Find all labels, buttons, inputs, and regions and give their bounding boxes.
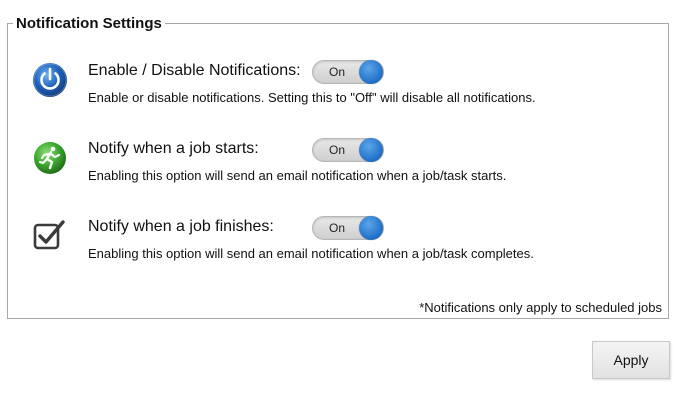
setting-description: Enabling this option will send an email … (88, 246, 534, 261)
running-man-icon (30, 138, 70, 178)
setting-label: Notify when a job starts: (88, 140, 259, 157)
setting-description: Enabling this option will send an email … (88, 168, 507, 183)
footnote: *Notifications only apply to scheduled j… (419, 300, 662, 315)
setting-job-finishes: Notify when a job finishes: On Enabling … (30, 216, 650, 276)
toggle-state-label: On (329, 221, 346, 235)
toggle-knob[interactable] (359, 216, 383, 240)
power-icon (30, 60, 70, 100)
setting-job-starts: Notify when a job starts: On Enabling th… (30, 138, 650, 198)
apply-button[interactable]: Apply (592, 341, 670, 379)
toggle-state-label: On (329, 143, 346, 157)
toggle-knob[interactable] (359, 60, 383, 84)
job-starts-toggle[interactable]: On (312, 138, 384, 162)
setting-enable-notifications: Enable / Disable Notifications: On Enabl… (30, 60, 650, 120)
toggle-state-label: On (329, 65, 346, 79)
enable-notifications-toggle[interactable]: On (312, 60, 384, 84)
setting-description: Enable or disable notifications. Setting… (88, 90, 536, 105)
job-finishes-toggle[interactable]: On (312, 216, 384, 240)
setting-label: Notify when a job finishes: (88, 218, 274, 235)
checkbox-check-icon (30, 216, 70, 256)
panel-title: Notification Settings (13, 15, 165, 33)
toggle-knob[interactable] (359, 138, 383, 162)
setting-label: Enable / Disable Notifications: (88, 62, 301, 79)
